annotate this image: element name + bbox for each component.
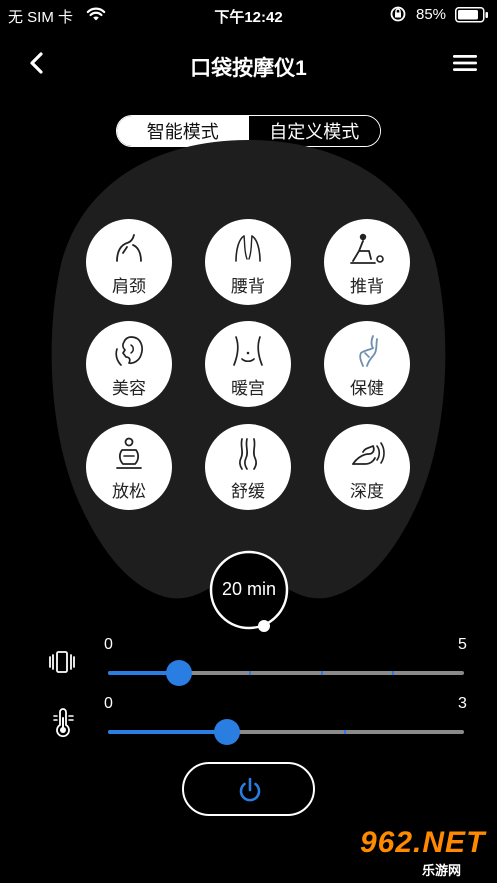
intensity-slider-knob[interactable] bbox=[166, 660, 193, 686]
mode-button-warm-womb[interactable]: 暖宫 bbox=[205, 321, 291, 407]
watermark-logo: 962.NET 乐游网 bbox=[360, 826, 486, 878]
mode-label: 暖宫 bbox=[231, 379, 265, 398]
mode-button-beauty[interactable]: 美容 bbox=[86, 321, 172, 407]
mode-label: 保健 bbox=[350, 379, 384, 398]
shoulder-neck-icon bbox=[116, 234, 142, 262]
deep-massage-icon bbox=[352, 442, 385, 465]
power-button[interactable] bbox=[182, 762, 315, 816]
push-back-icon bbox=[350, 233, 384, 264]
mode-button-deep[interactable]: 深度 bbox=[324, 424, 410, 510]
mode-label: 肩颈 bbox=[112, 277, 146, 296]
intensity-min-label: 0 bbox=[104, 636, 113, 653]
heat-slider[interactable] bbox=[108, 730, 464, 734]
thermometer-heat-icon bbox=[52, 708, 76, 743]
relax-icon bbox=[116, 437, 142, 469]
mode-button-soothe[interactable]: 舒缓 bbox=[205, 424, 291, 510]
mode-label: 推背 bbox=[350, 277, 384, 296]
mode-button-shoulder-neck[interactable]: 肩颈 bbox=[86, 219, 172, 305]
mode-label: 舒缓 bbox=[231, 482, 265, 501]
mode-button-health-care[interactable]: 保健 bbox=[324, 321, 410, 407]
timer-label: 20 min bbox=[221, 579, 277, 599]
health-care-icon bbox=[359, 335, 378, 367]
mode-button-waist-back[interactable]: 腰背 bbox=[205, 219, 291, 305]
slider-step-mark bbox=[249, 671, 252, 675]
vibration-icon bbox=[48, 648, 76, 681]
heat-min-label: 0 bbox=[104, 695, 113, 712]
timer-handle[interactable] bbox=[258, 620, 270, 632]
heat-max-label: 3 bbox=[458, 695, 467, 712]
soothe-icon bbox=[239, 438, 257, 470]
heat-fill bbox=[108, 730, 227, 734]
slider-step-mark bbox=[391, 671, 394, 675]
mode-label: 深度 bbox=[350, 482, 384, 501]
mode-button-relax[interactable]: 放松 bbox=[86, 424, 172, 510]
beauty-face-icon bbox=[115, 336, 143, 366]
mode-label: 美容 bbox=[112, 379, 146, 398]
warm-womb-icon bbox=[233, 336, 263, 366]
power-icon bbox=[239, 777, 261, 802]
intensity-slider[interactable] bbox=[108, 671, 464, 675]
heat-slider-knob[interactable] bbox=[213, 719, 240, 745]
mode-label: 放松 bbox=[112, 482, 146, 501]
slider-step-mark bbox=[320, 671, 323, 675]
intensity-max-label: 5 bbox=[458, 636, 467, 653]
mode-button-push-back[interactable]: 推背 bbox=[324, 219, 410, 305]
mode-label: 腰背 bbox=[231, 277, 265, 296]
slider-step-mark bbox=[344, 730, 347, 734]
timer-dial[interactable]: 20 min bbox=[207, 550, 291, 632]
waist-back-icon bbox=[235, 235, 261, 262]
